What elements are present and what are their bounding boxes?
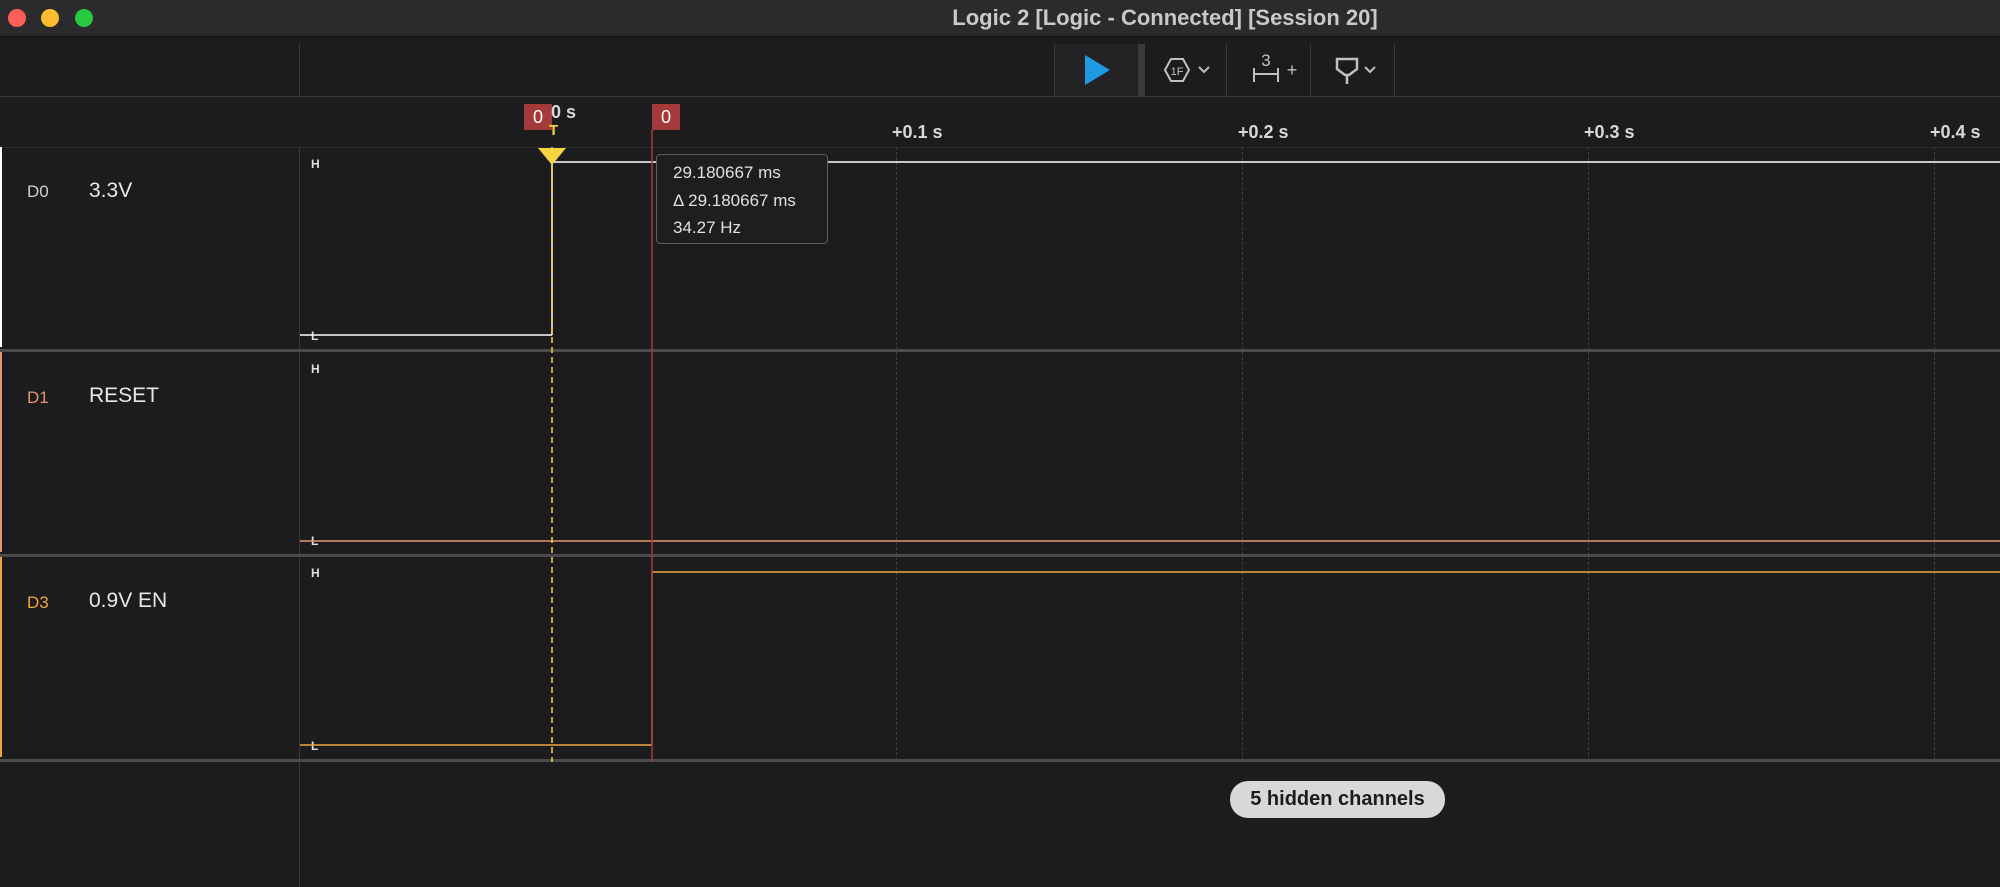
waveform-d3 (300, 571, 2000, 746)
waveform-canvas (300, 130, 2000, 762)
hidden-channels-button[interactable]: 5 hidden channels (1230, 781, 1445, 818)
waveform-d0 (300, 161, 2000, 336)
measurement-frequency: 34.27 Hz (673, 218, 742, 237)
measurement-delta: Δ 29.180667 ms (673, 191, 796, 210)
measurement-tooltip: 29.180667 ms Δ 29.180667 ms 34.27 Hz (656, 154, 828, 244)
measurement-time: 29.180667 ms (673, 163, 781, 182)
